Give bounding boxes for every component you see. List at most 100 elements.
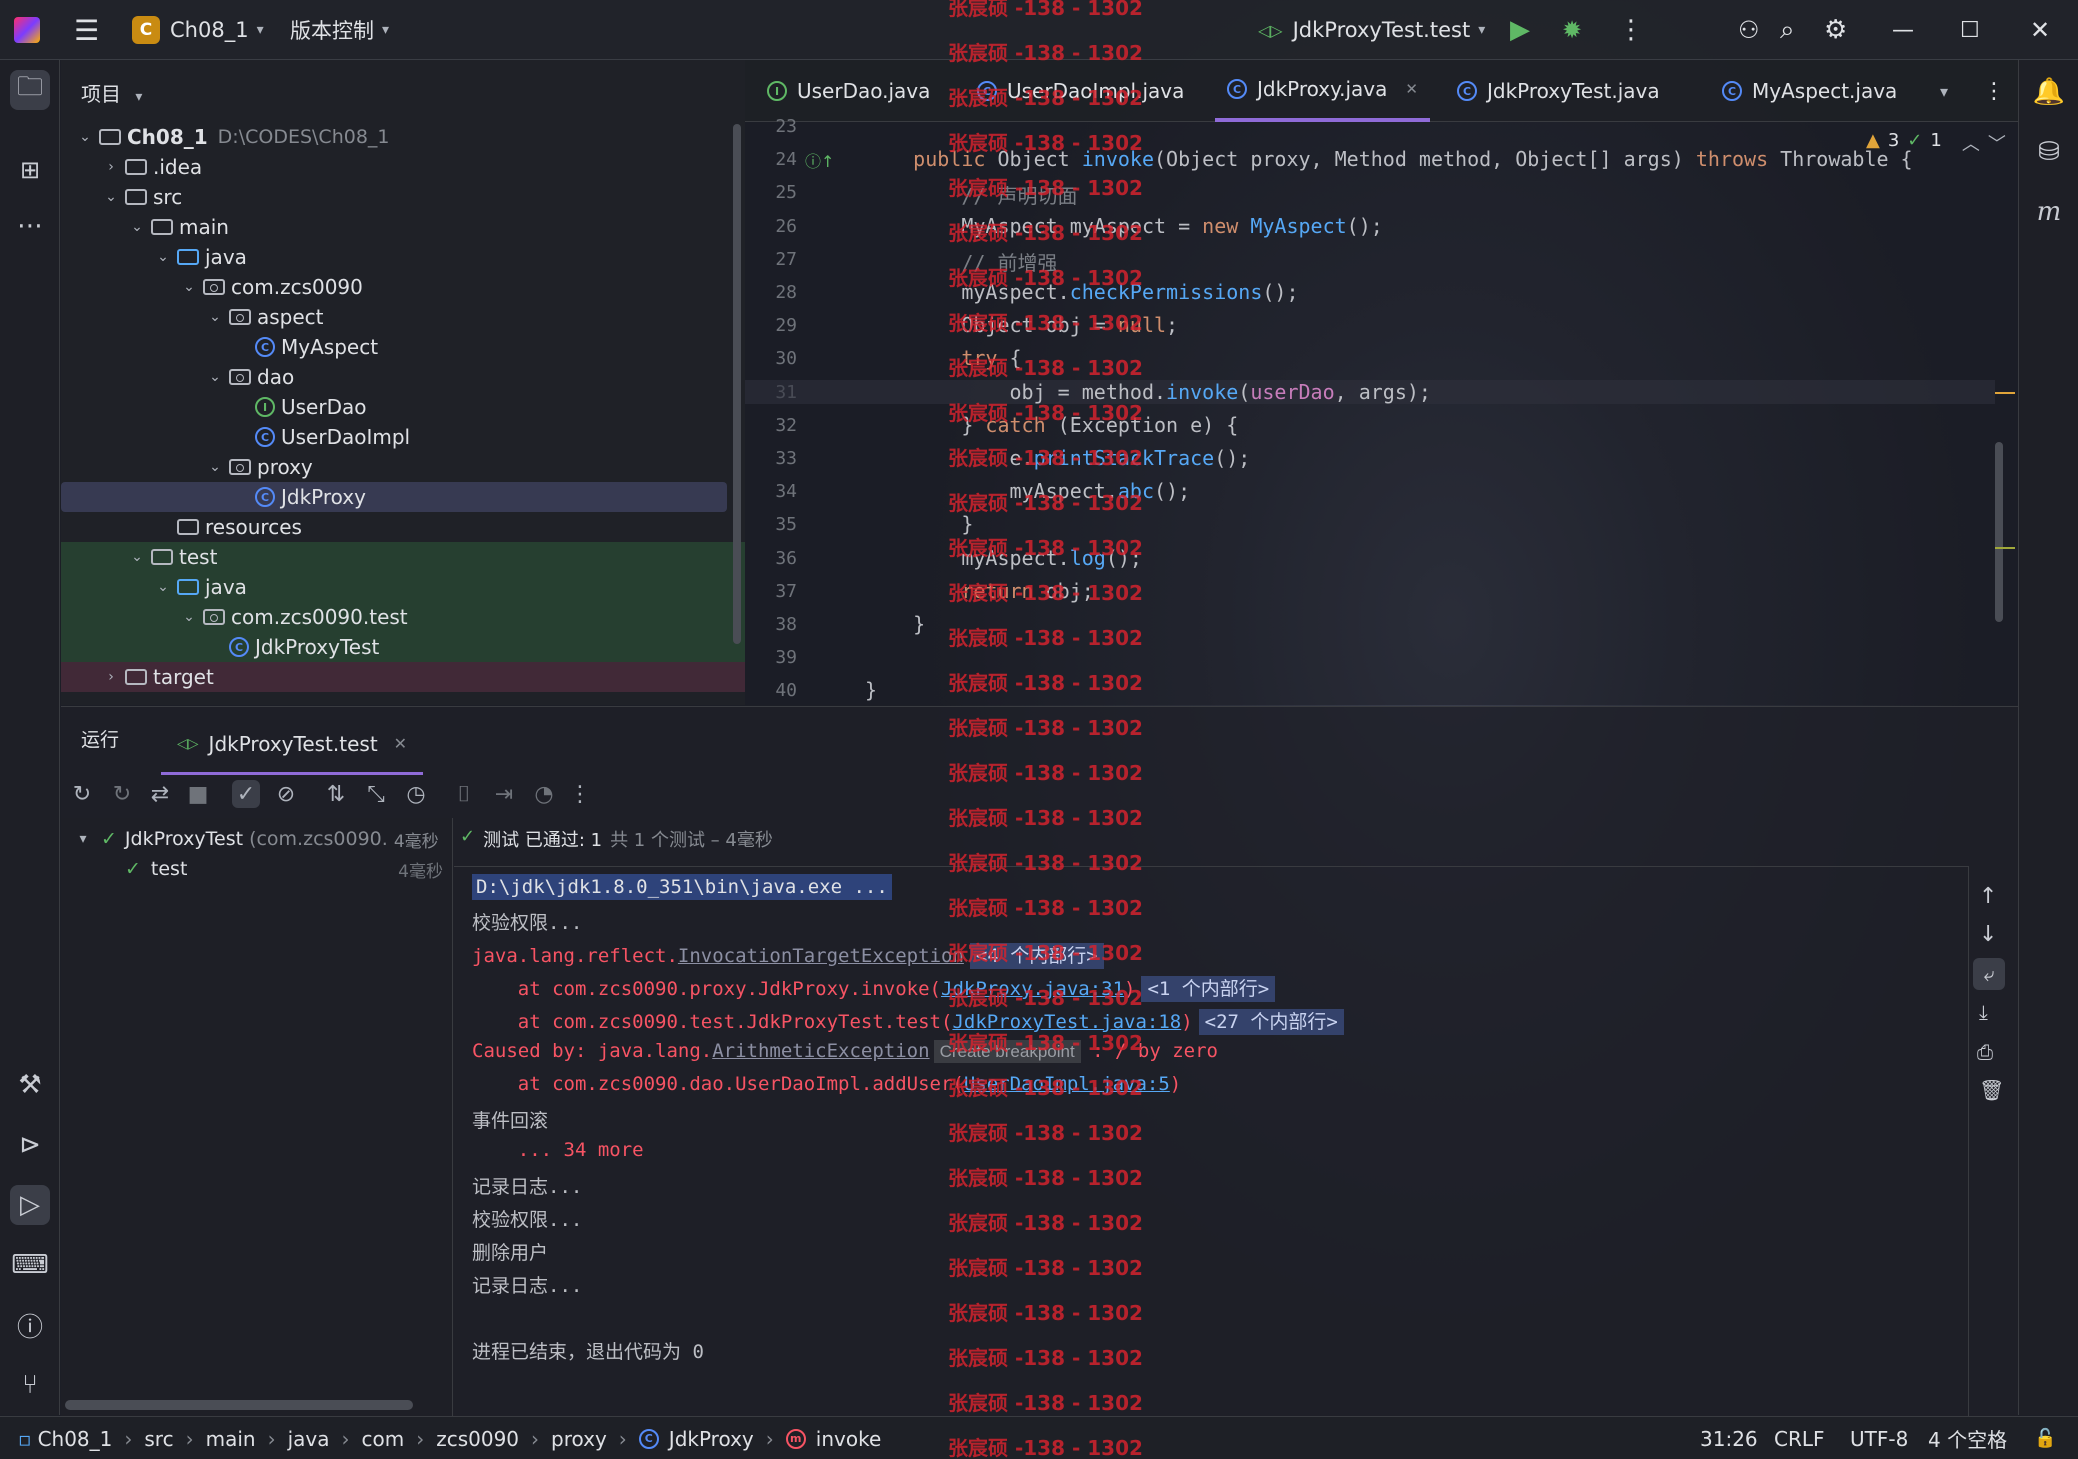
add-user-icon[interactable]: ⚇ [1738,0,1760,60]
tree-item-src[interactable]: ⌄ src [61,182,745,212]
breadcrumb-item[interactable]: java [288,1427,330,1451]
code-line[interactable]: obj = method.invoke(userDao, args); [745,379,1995,404]
chevron-down-icon[interactable]: ⌄ [75,129,95,145]
tree-item-userdao[interactable]: I UserDao [61,392,745,422]
line-number[interactable]: 40 [745,680,797,701]
chevron-down-icon[interactable]: ﹀ [1988,130,2006,156]
tree-item-java[interactable]: ⌄ java [61,572,745,602]
chevron-down-icon[interactable]: ⌄ [205,309,225,325]
breadcrumb-item[interactable]: proxy [551,1427,607,1451]
chevron-down-icon[interactable]: ⌄ [101,189,121,205]
tree-item-com-zcs0090[interactable]: ⌄ com.zcs0090 [61,272,745,302]
app-logo-icon[interactable] [14,0,40,60]
arrow-up-icon[interactable]: ↑ [1979,884,1997,909]
breadcrumb-item[interactable]: main [206,1427,256,1451]
clear-trash-icon[interactable]: 🗑 [1979,1078,2004,1102]
indent-setting[interactable]: 4 个空格 [1928,1417,2007,1459]
run-tool-icon[interactable]: ▷ [10,1185,50,1225]
more-tools-icon[interactable]: ⋯ [10,206,50,246]
tree-item-jdkproxytest[interactable]: C JdkProxyTest [61,632,745,662]
problems-icon[interactable]: ⓘ [10,1305,50,1345]
line-number[interactable]: 24 [745,149,797,170]
chevron-down-icon[interactable]: ⌄ [179,279,199,295]
warning-marker[interactable] [1995,547,2015,549]
chevron-down-icon[interactable]: ▾ [1940,60,1948,122]
line-number[interactable]: 37 [745,581,797,602]
exception-link[interactable]: ArithmeticException [712,1040,929,1062]
print-icon[interactable]: ⎙ [1977,1040,1993,1064]
sort-icon[interactable]: ⇅ [322,780,350,808]
tab-myaspect-java[interactable]: C MyAspect.java [1710,60,1909,122]
maven-icon[interactable]: m [2029,192,2069,232]
chevron-right-icon[interactable]: › [101,159,121,175]
line-number[interactable]: 28 [745,282,797,303]
project-switcher[interactable]: C Ch08_1 ▾ [132,0,264,60]
scroll-to-end-icon[interactable]: ⤓ [1979,1000,1988,1024]
tree-item-userdaoimpl[interactable]: C UserDaoImpl [61,422,745,452]
tree-item-myaspect[interactable]: C MyAspect [61,332,745,362]
run-tab[interactable]: ◁▷ JdkProxyTest.test ✕ [161,715,424,775]
folded-lines-badge[interactable]: <1 个内部行> [1141,976,1276,1002]
warning-marker[interactable] [1995,392,2015,394]
caret-position[interactable]: 31:26 [1700,1417,1758,1459]
test-class-row[interactable]: ▾ ✓ JdkProxyTest (com.zcs0090. 4毫秒 [73,824,453,854]
history-clock-icon[interactable]: ◷ [402,780,430,808]
line-number[interactable]: 32 [745,415,797,436]
coverage-icon[interactable]: ◔ [530,780,558,808]
line-number[interactable]: 26 [745,216,797,237]
rerun-failed-icon[interactable]: ↻ [108,780,136,808]
breadcrumb-item[interactable]: com [361,1427,404,1451]
run-panel-title[interactable]: 运行 [81,725,119,752]
services-icon[interactable]: ⊳ [10,1125,50,1165]
main-menu-icon[interactable]: ☰ [74,0,99,60]
line-number[interactable]: 39 [745,647,797,668]
line-number[interactable]: 35 [745,514,797,535]
tree-horizontal-scrollbar[interactable] [65,1400,413,1410]
minimize-icon[interactable]: — [1892,0,1914,60]
database-icon[interactable]: ⛁ [2029,132,2069,172]
breadcrumb-item[interactable]: JdkProxy [669,1427,754,1451]
tree-item-jdkproxy[interactable]: C JdkProxy [61,482,727,512]
stop-icon[interactable]: ■ [184,780,212,808]
tree-item-ch08-1[interactable]: ⌄ Ch08_1 D:\CODES\Ch08_1 [61,122,745,152]
run-icon[interactable]: ▶ [1510,0,1530,60]
search-icon[interactable]: ⌕ [1780,0,1795,60]
screenshot-camera-icon[interactable]: ⌷ [450,780,478,808]
line-separator[interactable]: CRLF [1774,1417,1825,1459]
tab-jdkproxy-java[interactable]: C JdkProxy.java ✕ [1215,60,1430,122]
line-number[interactable]: 25 [745,182,797,203]
export-icon[interactable]: ⇥ [490,780,518,808]
tree-item-dao[interactable]: ⌄ dao [61,362,745,392]
line-number[interactable]: 33 [745,448,797,469]
tree-item-aspect[interactable]: ⌄ aspect [61,302,745,332]
inspection-widget[interactable]: ▲ 3 ✓ 1 ︿ ﹀ [1866,130,2006,156]
show-passed-icon[interactable]: ✓ [232,780,260,808]
collapse-icon[interactable]: ⤡ [362,780,390,808]
soft-wrap-icon[interactable]: ⤶ [1973,958,2005,990]
line-number[interactable]: 23 [745,116,797,137]
breadcrumb-item[interactable]: Ch08_1 [38,1427,113,1451]
lock-icon[interactable]: 🔓 [2034,1417,2056,1459]
maximize-icon[interactable]: ☐ [1960,0,1980,60]
line-number[interactable]: 27 [745,249,797,270]
build-hammer-icon[interactable]: ⚒ [10,1065,50,1105]
git-branch-icon[interactable]: ⑂ [10,1365,50,1405]
terminal-icon[interactable]: ⌨ [10,1245,50,1285]
tree-item-test[interactable]: ⌄ test [61,542,745,572]
line-number[interactable]: 38 [745,614,797,635]
structure-icon[interactable]: ⊞ [10,150,50,190]
toggle-auto-test-icon[interactable]: ⇄ [146,780,174,808]
project-scrollbar[interactable] [733,124,741,644]
chevron-right-icon[interactable]: › [101,669,121,685]
tree-item-java[interactable]: ⌄ java [61,242,745,272]
chevron-down-icon[interactable]: ⌄ [153,249,173,265]
tree-item-main[interactable]: ⌄ main [61,212,745,242]
tree-item-com-zcs0090-test[interactable]: ⌄ com.zcs0090.test [61,602,745,632]
line-number[interactable]: 29 [745,315,797,336]
console-cmd-line[interactable]: D:\jdk\jdk1.8.0_351\bin\java.exe ... [472,874,892,900]
tree-item-resources[interactable]: resources [61,512,745,542]
tree-item-target[interactable]: › target [61,662,745,692]
chevron-up-icon[interactable]: ︿ [1962,130,1980,156]
breadcrumb-item[interactable]: zcs0090 [436,1427,519,1451]
project-panel-title[interactable]: 项目 ▾ [81,78,142,107]
